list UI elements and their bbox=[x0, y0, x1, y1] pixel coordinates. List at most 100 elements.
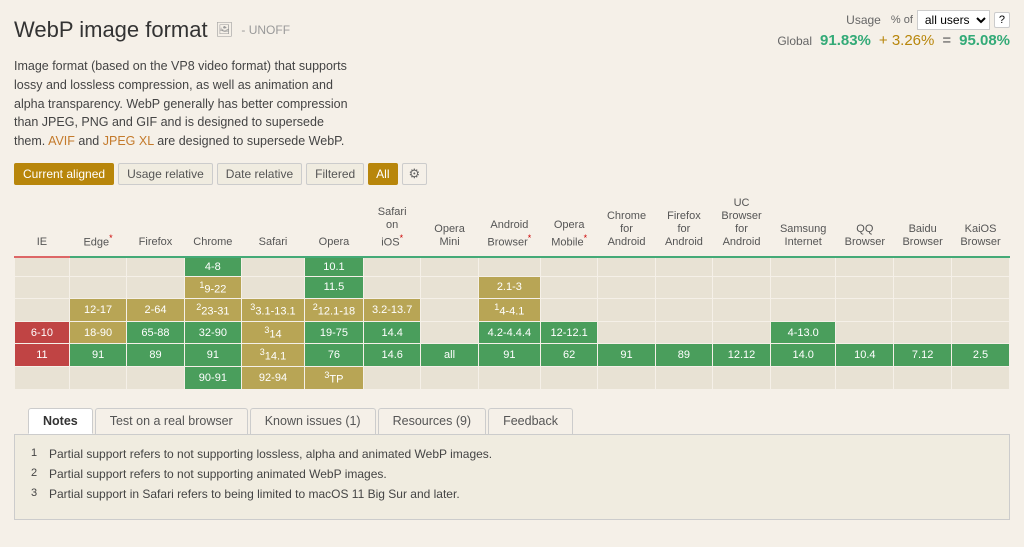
table-cell: 12-17 bbox=[69, 299, 126, 322]
gear-button[interactable]: ⚙ bbox=[402, 163, 428, 185]
table-cell: 89 bbox=[655, 344, 712, 367]
global-label: Global bbox=[777, 34, 812, 48]
tab-test_on_a_real_browser[interactable]: Test on a real browser bbox=[95, 408, 248, 434]
table-cell bbox=[894, 257, 952, 277]
table-cell bbox=[69, 276, 126, 299]
table-body: 4-810.119-2211.52.1-312-172-64223-3133.1… bbox=[15, 257, 1010, 390]
description: Image format (based on the VP8 video for… bbox=[0, 53, 370, 159]
table-cell: 89 bbox=[127, 344, 184, 367]
table-cell bbox=[655, 299, 712, 322]
tab-feedback[interactable]: Feedback bbox=[488, 408, 573, 434]
table-cell bbox=[770, 257, 835, 277]
filtered-button[interactable]: Filtered bbox=[306, 163, 364, 185]
table-cell: 7.12 bbox=[894, 344, 952, 367]
table-cell: 4-13.0 bbox=[770, 321, 835, 344]
table-cell: 12.12 bbox=[713, 344, 771, 367]
table-row: 19-2211.52.1-3 bbox=[15, 276, 1010, 299]
table-row: 4-810.1 bbox=[15, 257, 1010, 277]
table-cell bbox=[363, 276, 420, 299]
table-cell: 65-88 bbox=[127, 321, 184, 344]
col-header-kaios-browser: KaiOSBrowser bbox=[952, 193, 1010, 257]
table-cell bbox=[15, 367, 70, 390]
table-cell: 314.1 bbox=[242, 344, 305, 367]
table-cell bbox=[952, 276, 1010, 299]
table-cell: 11.5 bbox=[304, 276, 363, 299]
table-row: 12-172-64223-3133.1-13.1212.1-183.2-13.7… bbox=[15, 299, 1010, 322]
all-button[interactable]: All bbox=[368, 163, 397, 185]
table-cell bbox=[836, 299, 894, 322]
table-cell: 90-91 bbox=[184, 367, 241, 390]
users-select[interactable]: all users bbox=[917, 10, 990, 30]
table-cell bbox=[894, 321, 952, 344]
percent-label: % of bbox=[891, 14, 913, 26]
tab-resources_(9)[interactable]: Resources (9) bbox=[378, 408, 487, 434]
note-item: 1Partial support refers to not supportin… bbox=[31, 447, 993, 461]
column-headers-row: IEEdge*FirefoxChromeSafariOperaSafarioni… bbox=[15, 193, 1010, 257]
table-cell: 33.1-13.1 bbox=[242, 299, 305, 322]
table-cell: 6-10 bbox=[15, 321, 70, 344]
table-cell bbox=[127, 367, 184, 390]
table-cell: 223-31 bbox=[184, 299, 241, 322]
table-cell bbox=[363, 367, 420, 390]
col-header-opera: Opera bbox=[304, 193, 363, 257]
date-relative-button[interactable]: Date relative bbox=[217, 163, 302, 185]
table-cell bbox=[598, 367, 655, 390]
table-cell bbox=[421, 321, 478, 344]
col-header-firefox: Firefox bbox=[127, 193, 184, 257]
table-row: 6-1018-9065-8832-9031419-7514.44.2-4.4.4… bbox=[15, 321, 1010, 344]
table-row: 11918991314.17614.6all9162918912.1214.01… bbox=[15, 344, 1010, 367]
global-eq: = bbox=[942, 32, 951, 49]
table-cell bbox=[952, 367, 1010, 390]
table-cell bbox=[540, 367, 597, 390]
tab-known_issues_(1)[interactable]: Known issues (1) bbox=[250, 408, 376, 434]
table-cell: 2-64 bbox=[127, 299, 184, 322]
col-header-samsung-internet: SamsungInternet bbox=[770, 193, 835, 257]
avif-link[interactable]: AVIF bbox=[48, 134, 75, 148]
compat-section: IEEdge*FirefoxChromeSafariOperaSafarioni… bbox=[0, 193, 1024, 390]
col-header-safari: Safari bbox=[242, 193, 305, 257]
table-cell bbox=[478, 367, 540, 390]
current-aligned-button[interactable]: Current aligned bbox=[14, 163, 114, 185]
table-cell bbox=[952, 257, 1010, 277]
usage-relative-button[interactable]: Usage relative bbox=[118, 163, 213, 185]
table-cell bbox=[540, 299, 597, 322]
table-cell bbox=[770, 299, 835, 322]
table-cell bbox=[655, 321, 712, 344]
header: WebP image format 🖼 - UNOFF Usage % of a… bbox=[0, 0, 1024, 53]
table-cell: 10.4 bbox=[836, 344, 894, 367]
title-icon: 🖼 bbox=[216, 21, 234, 38]
table-cell: 14.4 bbox=[363, 321, 420, 344]
table-cell bbox=[598, 299, 655, 322]
table-cell: 3.2-13.7 bbox=[363, 299, 420, 322]
usage-label: Usage bbox=[846, 13, 881, 27]
table-cell: all bbox=[421, 344, 478, 367]
table-cell bbox=[242, 276, 305, 299]
jpeg-xl-link[interactable]: JPEG XL bbox=[103, 134, 154, 148]
table-cell bbox=[421, 367, 478, 390]
table-cell bbox=[836, 276, 894, 299]
table-cell: 18-90 bbox=[69, 321, 126, 344]
note-item: 3Partial support in Safari refers to bei… bbox=[31, 487, 993, 501]
col-header-edge: Edge* bbox=[69, 193, 126, 257]
table-cell: 14.6 bbox=[363, 344, 420, 367]
table-cell: 3TP bbox=[304, 367, 363, 390]
col-header-opera-mobile: OperaMobile* bbox=[540, 193, 597, 257]
question-button[interactable]: ? bbox=[994, 12, 1010, 28]
table-cell bbox=[69, 257, 126, 277]
table-cell: 91 bbox=[598, 344, 655, 367]
table-cell bbox=[713, 276, 771, 299]
col-header-baidu-browser: BaiduBrowser bbox=[894, 193, 952, 257]
table-cell bbox=[952, 321, 1010, 344]
col-header-chrome: Chrome bbox=[184, 193, 241, 257]
table-cell bbox=[836, 367, 894, 390]
table-cell bbox=[598, 276, 655, 299]
table-cell: 62 bbox=[540, 344, 597, 367]
table-cell bbox=[836, 321, 894, 344]
notes-section: 1Partial support refers to not supportin… bbox=[14, 434, 1010, 520]
table-cell bbox=[421, 276, 478, 299]
controls-bar: Current aligned Usage relative Date rela… bbox=[0, 159, 1024, 193]
bottom-tabs: NotesTest on a real browserKnown issues … bbox=[14, 400, 1010, 434]
table-cell: 2.5 bbox=[952, 344, 1010, 367]
tab-notes[interactable]: Notes bbox=[28, 408, 93, 434]
table-cell: 10.1 bbox=[304, 257, 363, 277]
